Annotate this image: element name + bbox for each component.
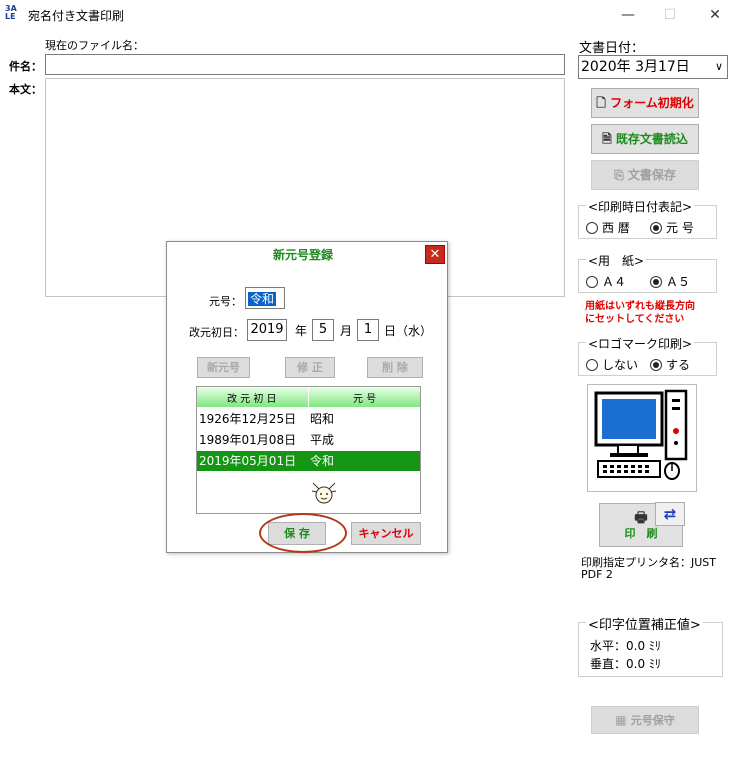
list-item[interactable]: 1926年12月25日 昭和 (197, 409, 420, 429)
doc-date-label: 文書日付： (579, 41, 645, 56)
computer-logo-image (587, 384, 697, 492)
form-init-button[interactable]: 🗋 フォーム初期化 (591, 88, 699, 118)
save-gengo-button[interactable]: ▦ 元号保守 (591, 706, 699, 734)
radio-icon (586, 276, 598, 288)
col-gengo: 元 号 (353, 394, 377, 405)
day-unit: 日 (384, 324, 397, 338)
printer-name-line2: PDF 2 (581, 568, 613, 581)
list-item-selected[interactable]: 2019年05月01日 令和 (197, 451, 420, 471)
table-icon: ▦ (615, 713, 627, 727)
paper-note-line2: にセットしてください (585, 314, 685, 325)
doc-date-picker[interactable]: 2020年 3月17日 ∨ (578, 55, 728, 79)
month-input[interactable]: 5 (312, 319, 334, 341)
document-icon: 🗋 (596, 96, 606, 110)
maximize-button: ☐ (663, 7, 677, 23)
column-divider (308, 387, 309, 407)
gengo-label: 元号： (209, 295, 242, 308)
col-start-date: 改 元 初 日 (227, 394, 277, 405)
logo-print-title: <ロゴマーク印刷> (586, 335, 695, 352)
mascot-icon (309, 479, 339, 509)
dialog-title: 新元号登録 (273, 248, 334, 262)
era-list[interactable]: 改 元 初 日 元 号 1926年12月25日 昭和 1989年01月08日 平… (196, 386, 421, 514)
gengo-input-value: 令和 (248, 292, 277, 306)
vertical-offset: 垂直：0.0 ﾐﾘ (590, 657, 661, 671)
cancel-button[interactable]: キャンセル (351, 522, 421, 545)
current-file-label: 現在のファイル名： (45, 39, 144, 52)
radio-selected-icon (650, 276, 662, 288)
radio-selected-icon (650, 359, 662, 371)
print-offset-title: <印字位置補正値> (586, 614, 703, 633)
computer-icon (594, 389, 688, 480)
doc-date-value: 2020年 3月17日 (581, 59, 690, 75)
radio-a5[interactable]: Ａ５ (650, 273, 690, 290)
year-input[interactable]: 2019 (247, 319, 287, 341)
refresh-icon: ⇄ (663, 505, 677, 523)
edit-button[interactable]: 修 正 (285, 357, 335, 378)
paper-group-title: <用 紙> (586, 252, 647, 269)
highlight-circle (259, 513, 347, 553)
radio-a4[interactable]: Ａ４ (586, 273, 626, 290)
month-unit: 月 (340, 324, 353, 338)
new-era-dialog: 新元号登録 ✕ 元号： 令和 改元初日： 2019 年 5 月 1 日 （水） … (166, 241, 448, 553)
window-title: 宛名付き文書印刷 (28, 9, 125, 23)
print-date-format-title: <印刷時日付表記> (586, 198, 695, 215)
start-date-label: 改元初日： (189, 326, 244, 339)
radio-icon (586, 222, 598, 234)
body-label: 本文： (9, 83, 42, 96)
new-gengo-button[interactable]: 新元号 (197, 357, 250, 378)
radio-logo-yes[interactable]: する (650, 356, 690, 373)
close-button[interactable]: ✕ (700, 4, 730, 26)
era-list-header: 改 元 初 日 元 号 (197, 387, 420, 407)
day-input[interactable]: 1 (357, 319, 379, 341)
year-unit: 年 (295, 324, 308, 338)
horizontal-offset: 水平：0.0 ﾐﾘ (590, 639, 661, 653)
dialog-title-bar: 新元号登録 ✕ (167, 242, 447, 268)
minimize-button[interactable]: — (613, 4, 643, 26)
dialog-close-icon[interactable]: ✕ (425, 245, 445, 264)
subject-label: 件名： (9, 60, 42, 73)
save-doc-button[interactable]: ⎘ 文書保存 (591, 160, 699, 190)
radio-logo-no[interactable]: しない (586, 356, 638, 373)
delete-button[interactable]: 削 除 (367, 357, 423, 378)
list-item[interactable]: 1989年01月08日 平成 (197, 430, 420, 450)
subject-input[interactable] (45, 54, 565, 75)
open-document-icon: 🗎 (602, 132, 612, 146)
printer-switch-button[interactable]: ⇄ (655, 502, 685, 526)
radio-seireki[interactable]: 西 暦 (586, 219, 630, 236)
app-icon: 3A LE (5, 4, 17, 21)
radio-selected-icon (650, 222, 662, 234)
weekday-label: （水） (396, 324, 433, 338)
load-doc-button[interactable]: 🗎 既存文書読込 (591, 124, 699, 154)
gengo-input[interactable]: 令和 (245, 287, 285, 309)
save-document-icon: ⎘ (614, 168, 624, 182)
title-bar: 3A LE 宛名付き文書印刷 — ☐ ✕ (0, 0, 739, 30)
radio-gengo[interactable]: 元 号 (650, 219, 694, 236)
chevron-down-icon[interactable]: ∨ (715, 56, 723, 78)
radio-icon (586, 359, 598, 371)
